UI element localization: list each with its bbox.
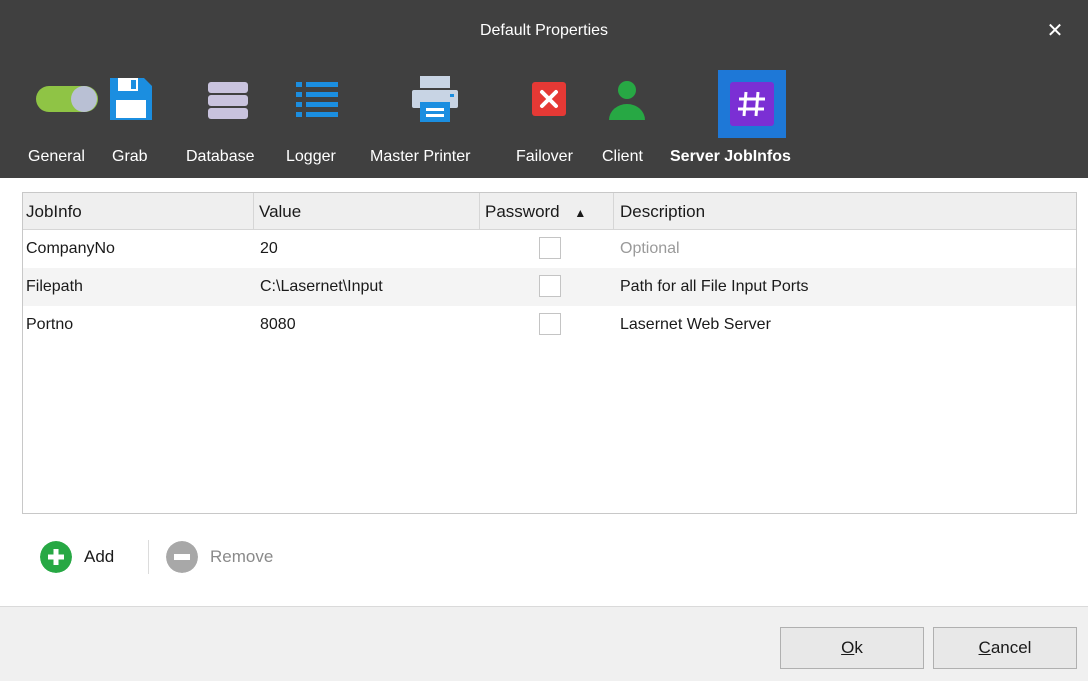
ok-mnemonic: O [841,638,855,657]
cell-jobinfo: CompanyNo [26,240,115,257]
password-checkbox[interactable] [539,313,561,335]
cell-description: Path for all File Input Ports [620,278,809,295]
list-icon [296,82,338,117]
tab-master-printer[interactable]: Master Printer [370,66,500,178]
column-header-password-label: Password [485,202,560,221]
tab-general[interactable]: General [28,66,100,178]
password-checkbox[interactable] [539,237,561,259]
cell-jobinfo: Portno [26,316,74,333]
cancel-mnemonic: C [978,638,991,657]
printer-icon [412,76,458,122]
table-row[interactable]: CompanyNo 20 Optional [23,230,1076,268]
user-icon [609,81,645,120]
table-row[interactable]: Portno 8080 Lasernet Web Server [23,306,1076,344]
add-circle-icon [40,541,72,573]
database-icon [208,82,248,119]
tab-failover-label: Failover [516,148,573,165]
add-button-label: Add [84,547,115,566]
tab-grab-label: Grab [112,148,148,165]
table-row[interactable]: Filepath C:\Lasernet\Input Path for all … [23,268,1076,306]
cell-value: C:\Lasernet\Input [260,278,383,295]
tab-master-printer-label: Master Printer [370,148,471,165]
tab-logger-label: Logger [286,148,336,165]
remove-circle-icon [166,541,198,573]
column-header-password[interactable]: Password ▲ [485,193,586,229]
action-divider [148,540,149,574]
remove-button-label: Remove [210,547,274,566]
remove-button[interactable]: Remove [166,538,296,576]
cancel-button[interactable]: Cancel [933,627,1077,669]
cell-description: Optional [620,240,680,257]
tab-database-label: Database [186,148,255,165]
title-bar: Default Properties ✕ [0,0,1088,66]
column-header-value[interactable]: Value [259,193,301,229]
column-header-description[interactable]: Description [620,193,705,229]
hashtag-icon [730,82,774,126]
cell-jobinfo: Filepath [26,278,83,295]
grid-header: JobInfo Value Password ▲ Description [23,193,1076,230]
window-title: Default Properties [479,22,609,39]
tab-database[interactable]: Database [184,66,274,178]
cancel-rest: ancel [990,638,1032,657]
tab-grab[interactable]: Grab [108,66,158,178]
close-icon[interactable]: ✕ [1040,16,1070,46]
tab-server-jobinfos-label: Server JobInfos [670,148,791,165]
tab-server-jobinfos[interactable]: Server JobInfos [670,66,840,178]
tab-general-label: General [28,148,85,165]
password-checkbox[interactable] [539,275,561,297]
column-divider [479,193,480,229]
toggle-icon [36,86,98,112]
column-divider [613,193,614,229]
sort-ascending-icon: ▲ [574,206,587,220]
ok-rest: k [854,638,863,657]
tab-client-label: Client [602,148,643,165]
tab-failover[interactable]: Failover [516,66,594,178]
jobinfos-grid: JobInfo Value Password ▲ Description Com… [22,192,1077,514]
add-button[interactable]: Add [40,538,140,576]
ok-button[interactable]: Ok [780,627,924,669]
column-header-jobinfo[interactable]: JobInfo [26,193,82,229]
dialog-footer: Ok Cancel [0,606,1088,681]
cell-value: 8080 [260,316,296,333]
category-toolbar: General Grab Database Logger Master Prin… [0,66,1088,178]
cell-description: Lasernet Web Server [620,316,771,333]
cell-value: 20 [260,240,278,257]
floppy-disk-icon [110,78,152,120]
column-divider [253,193,254,229]
tab-logger[interactable]: Logger [284,66,354,178]
tab-client[interactable]: Client [602,66,662,178]
error-x-icon [532,82,566,116]
